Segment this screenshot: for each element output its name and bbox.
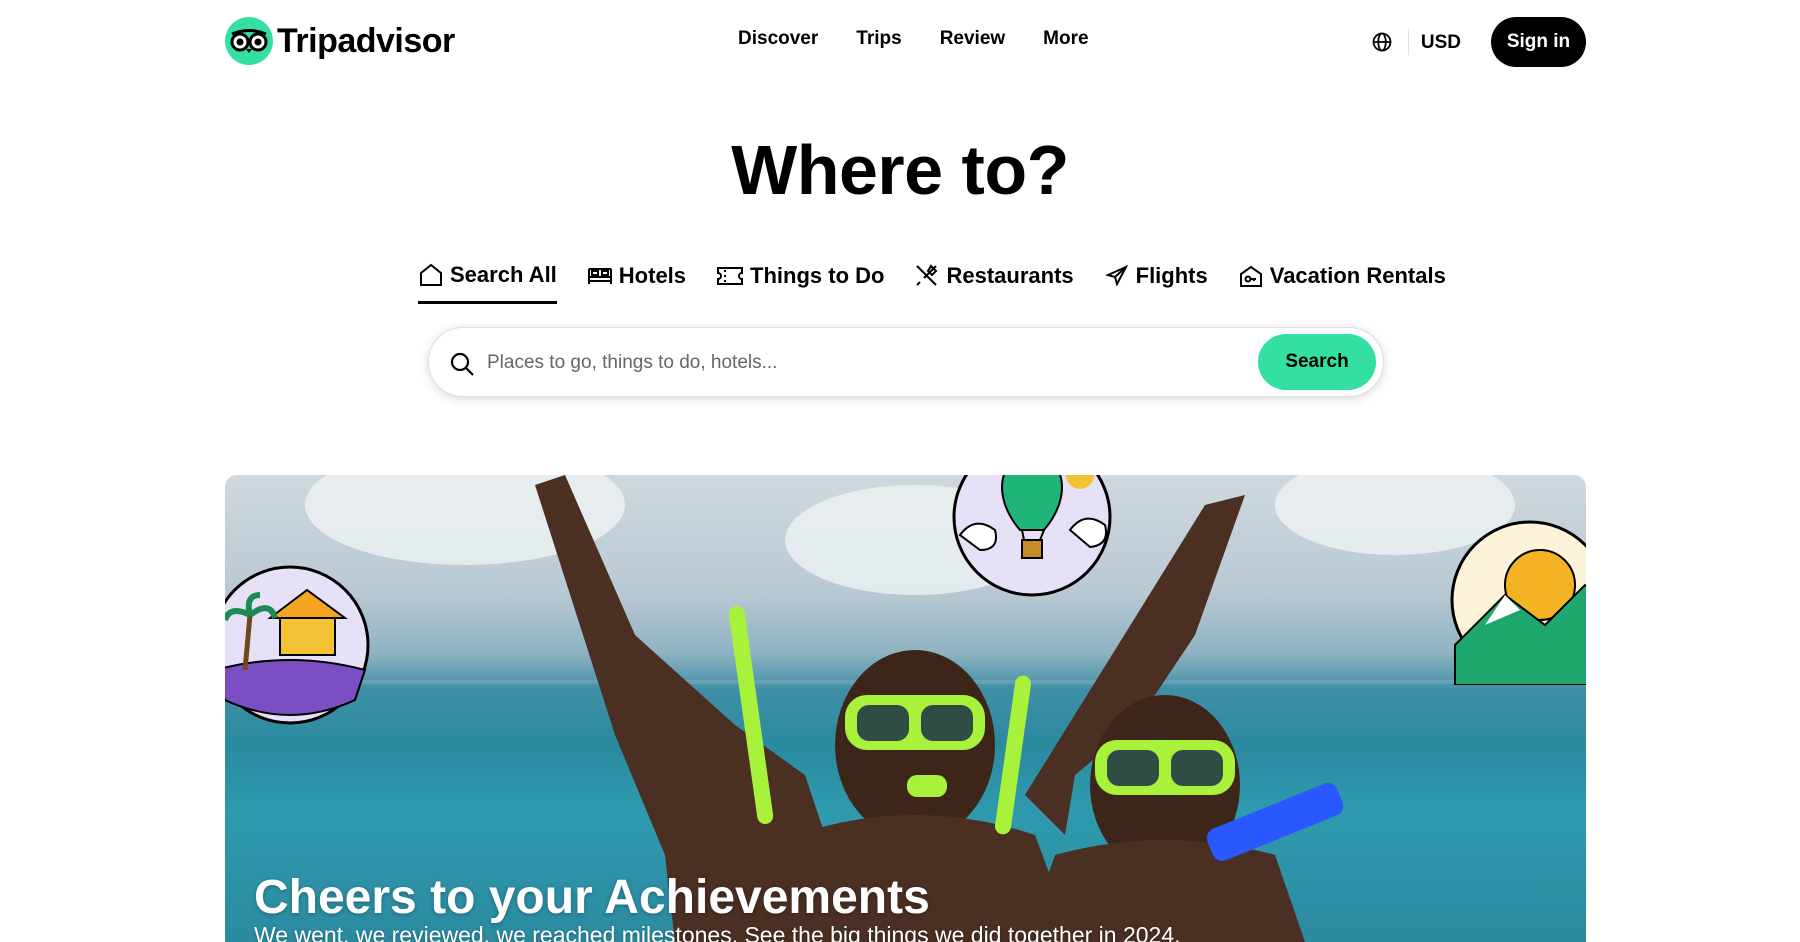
nav-more[interactable]: More xyxy=(1024,28,1107,50)
tab-label: Search All xyxy=(450,261,557,287)
page-title: Where to? xyxy=(731,131,1069,209)
mountain-sun-sticker xyxy=(1450,520,1586,685)
home-icon xyxy=(420,263,442,286)
currency-selector[interactable]: USD xyxy=(1421,32,1461,54)
ticket-icon xyxy=(717,267,744,285)
owl-logo-icon xyxy=(225,17,273,65)
beach-hut-sticker xyxy=(225,565,370,725)
tab-label: Flights xyxy=(1135,263,1208,288)
tab-label: Restaurants xyxy=(946,263,1074,288)
tab-flights[interactable]: Flights xyxy=(1104,260,1208,304)
plane-icon xyxy=(1104,264,1128,287)
tab-label: Vacation Rentals xyxy=(1269,263,1446,288)
tab-things-to-do[interactable]: Things to Do xyxy=(716,260,884,304)
globe-icon[interactable] xyxy=(1370,30,1394,54)
logo-text: Tripadvisor xyxy=(277,21,455,60)
utensils-icon xyxy=(916,264,938,286)
search-bar: Search xyxy=(428,327,1384,397)
tab-hotels[interactable]: Hotels xyxy=(587,260,686,304)
promo-banner[interactable]: Cheers to your Achievements We went, we … xyxy=(225,475,1586,942)
tab-restaurants[interactable]: Restaurants xyxy=(914,260,1074,304)
bed-icon xyxy=(587,268,612,284)
search-category-tabs: Search All Hotels Things to Do Restauran… xyxy=(418,260,1446,304)
tab-search-all[interactable]: Search All xyxy=(418,260,557,304)
tab-label: Things to Do xyxy=(750,263,885,288)
hot-air-balloon-sticker xyxy=(952,475,1112,597)
banner-subtitle: We went, we reviewed, we reached milesto… xyxy=(254,922,1181,942)
tripadvisor-logo[interactable]: Tripadvisor xyxy=(225,17,455,65)
top-header: Tripadvisor Discover Trips Review More U… xyxy=(0,0,1800,82)
nav-discover[interactable]: Discover xyxy=(738,28,837,50)
nav-trips[interactable]: Trips xyxy=(837,28,920,50)
banner-title: Cheers to your Achievements xyxy=(254,871,930,924)
sign-in-button[interactable]: Sign in xyxy=(1491,17,1586,67)
tab-label: Hotels xyxy=(618,263,687,288)
tab-vacation-rentals[interactable]: Vacation Rentals xyxy=(1238,260,1446,304)
main-nav: Discover Trips Review More xyxy=(738,28,1108,50)
search-button[interactable]: Search xyxy=(1258,334,1376,390)
search-input[interactable] xyxy=(487,346,1187,380)
nav-review[interactable]: Review xyxy=(921,28,1024,50)
header-right: USD Sign in xyxy=(1370,17,1586,67)
search-icon xyxy=(450,352,474,376)
house-key-icon xyxy=(1239,265,1262,287)
header-divider xyxy=(1407,29,1409,55)
